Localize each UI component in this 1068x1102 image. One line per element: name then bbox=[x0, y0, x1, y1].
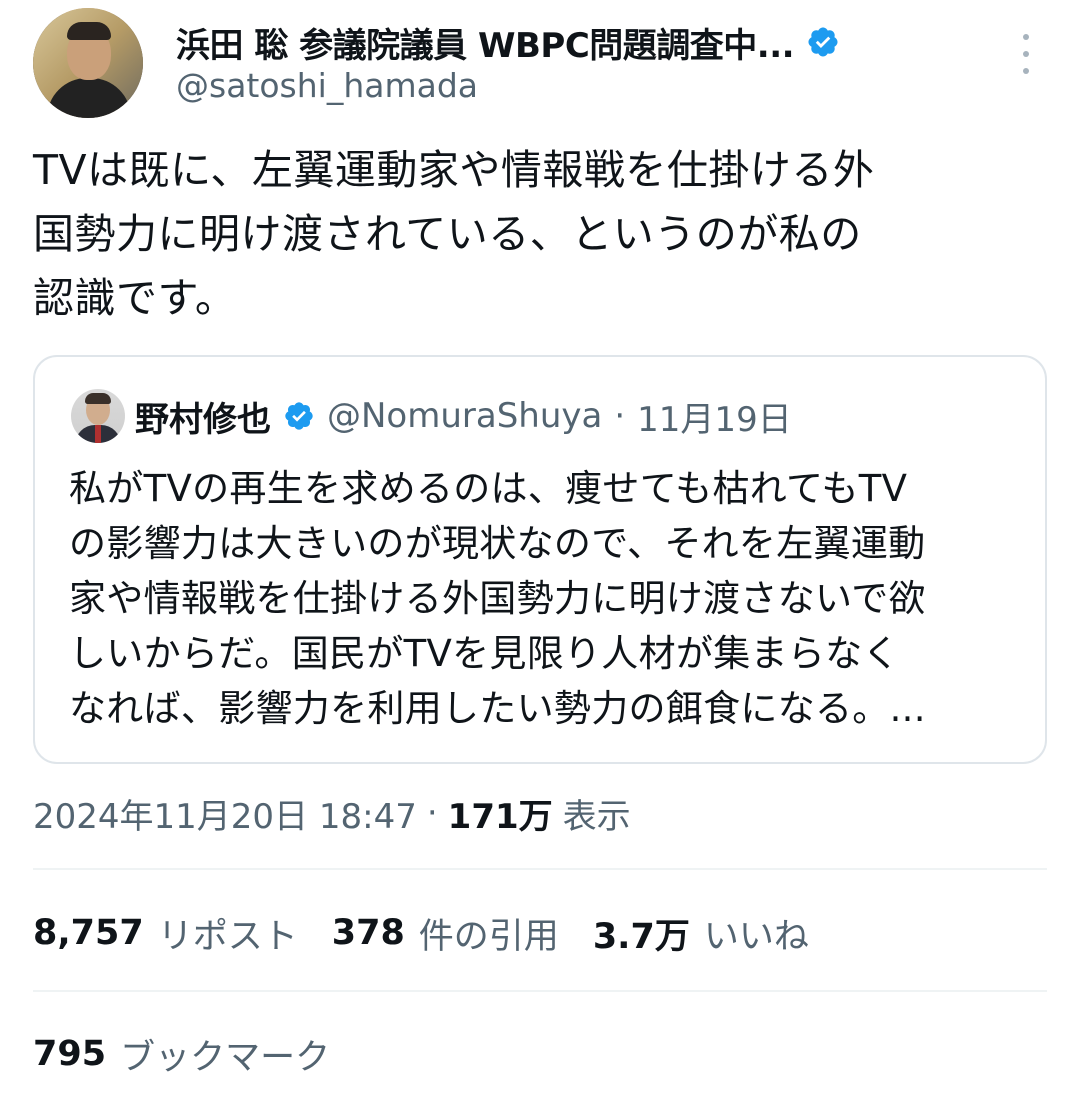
quoted-text-line: 私がTVの再生を求めるのは、痩せても枯れてもTV bbox=[69, 467, 908, 510]
quoted-tweet-card[interactable]: 野村修也 @NomuraShuya · 11月19日 私がTVの再生を求めるのは… bbox=[33, 355, 1047, 764]
quotes-label: 件の引用 bbox=[418, 916, 559, 957]
verified-badge-icon bbox=[808, 27, 838, 57]
author-display-name[interactable]: 浜田 聡 参議院議員 WBPC問題調査中... bbox=[176, 18, 795, 67]
views-count: 171万 bbox=[447, 796, 553, 837]
engagement-stats: 8,757 リポスト 378 件の引用 3.7万 いいね bbox=[33, 905, 843, 961]
reposts-count: 8,757 bbox=[33, 913, 144, 953]
quotes-count: 378 bbox=[331, 913, 405, 953]
quoted-text-line: 家や情報戦を仕掛ける外国勢力に明け渡さないで欲 bbox=[69, 577, 926, 620]
more-options-icon[interactable] bbox=[1014, 34, 1038, 74]
tweet-text-line: TVは既に、左翼運動家や情報戦を仕掛ける外 bbox=[33, 146, 875, 194]
quoted-text-line: の影響力は大きいのが現状なので、それを左翼運動 bbox=[69, 522, 926, 565]
reposts-label: リポスト bbox=[157, 916, 298, 957]
quoted-text-line: なれば、影響力を利用したい勢力の餌食になる。... bbox=[69, 687, 926, 730]
divider bbox=[33, 868, 1047, 870]
bookmarks-count: 795 bbox=[33, 1034, 107, 1074]
likes-label: いいね bbox=[703, 916, 809, 957]
likes-count: 3.7万 bbox=[592, 916, 690, 957]
tweet-text-line: 認識です。 bbox=[33, 274, 237, 322]
quoted-tweet-date[interactable]: 11月19日 bbox=[637, 392, 792, 441]
tweet-timestamp[interactable]: 2024年11月20日 18:47 bbox=[33, 789, 417, 838]
quoted-text-line: しいからだ。国民がTVを見限り人材が集まらなく bbox=[69, 632, 900, 675]
tweet-text: TVは既に、左翼運動家や情報戦を仕掛ける外 国勢力に明け渡されている、というのが… bbox=[33, 138, 1053, 330]
header-separator: · bbox=[614, 396, 626, 436]
tweet-detail: 浜田 聡 参議院議員 WBPC問題調査中... @satoshi_hamada … bbox=[0, 0, 1068, 1102]
quoted-tweet-text: 私がTVの再生を求めるのは、痩せても枯れてもTV の影響力は大きいのが現状なので… bbox=[69, 461, 1029, 736]
tweet-text-line: 国勢力に明け渡されている、というのが私の bbox=[33, 210, 862, 258]
verified-badge-icon bbox=[285, 402, 313, 430]
divider bbox=[33, 990, 1047, 992]
author-name-row[interactable]: 浜田 聡 参議院議員 WBPC問題調査中... bbox=[176, 18, 840, 66]
bookmarks-stat[interactable]: 795 ブックマーク bbox=[33, 1026, 330, 1082]
likes-stat[interactable]: 3.7万 いいね bbox=[593, 908, 809, 959]
bookmarks-label: ブックマーク bbox=[120, 1037, 331, 1078]
quoted-author-avatar[interactable] bbox=[71, 389, 125, 443]
author-handle[interactable]: @satoshi_hamada bbox=[176, 66, 478, 105]
author-avatar[interactable] bbox=[33, 8, 143, 118]
reposts-stat[interactable]: 8,757 リポスト bbox=[33, 908, 298, 959]
meta-separator: · bbox=[426, 793, 438, 833]
quotes-stat[interactable]: 378 件の引用 bbox=[332, 908, 559, 959]
quoted-author-handle[interactable]: @NomuraShuya bbox=[327, 396, 602, 436]
tweet-meta: 2024年11月20日 18:47 · 171万 表示 bbox=[33, 788, 631, 838]
quoted-author-name[interactable]: 野村修也 bbox=[135, 392, 271, 441]
quoted-tweet-header: 野村修也 @NomuraShuya · 11月19日 bbox=[135, 391, 792, 441]
views-label: 表示 bbox=[562, 796, 631, 837]
